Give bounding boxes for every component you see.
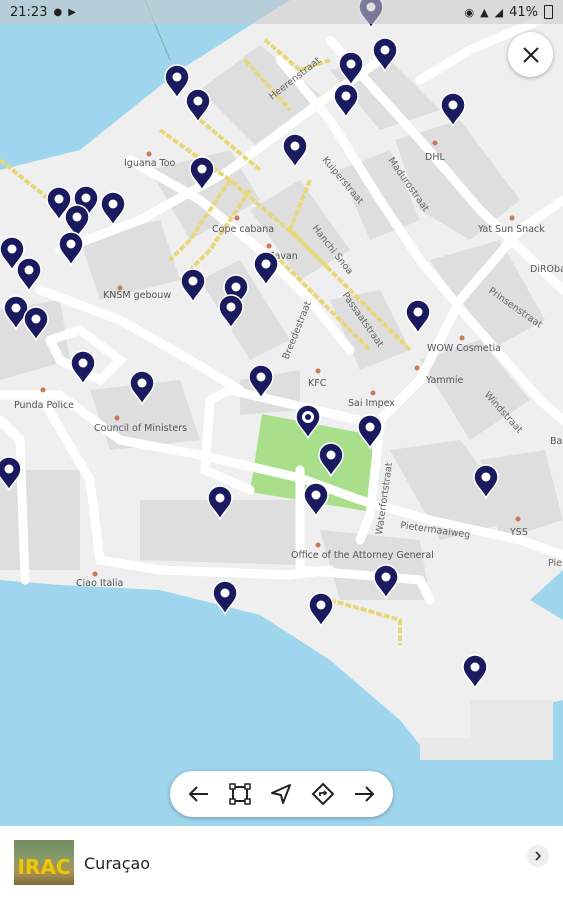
place-name: Curaçao — [84, 854, 151, 873]
map-svg: Heerenstraat Madurostraat Kuiperstraat H… — [0, 0, 563, 826]
place-label: Yat Sun Snack — [477, 224, 545, 235]
signal-icon: ◢ — [494, 5, 504, 19]
forward-arrow-icon — [355, 786, 375, 802]
thumbnail-text: IRAC — [17, 855, 71, 879]
place-label: DiRObar — [530, 264, 563, 275]
battery-icon — [544, 5, 553, 19]
place-label: Ba — [550, 436, 562, 447]
place-label: Cope cabana — [212, 224, 274, 235]
battery-percent: 41% — [509, 4, 538, 20]
navigate-icon — [271, 784, 292, 804]
map-toolbar — [170, 771, 393, 817]
place-label: Office of the Attorney General — [291, 550, 434, 561]
place-label: DHL — [425, 152, 445, 163]
status-time: 21:23 — [10, 4, 48, 20]
place-label: Yammie — [425, 375, 463, 386]
place-label: WOW Cosmetia — [427, 343, 501, 354]
bounding-box-button[interactable] — [222, 776, 258, 812]
place-label: YSS — [509, 527, 528, 538]
notification-bell-icon: ● — [53, 6, 63, 18]
place-label: Iguana Too — [124, 158, 176, 169]
back-button[interactable] — [181, 776, 217, 812]
forward-button[interactable] — [346, 776, 382, 812]
place-label: Punda Police — [14, 400, 74, 411]
place-card[interactable]: IRAC Curaçao — [0, 826, 563, 900]
navigate-button[interactable] — [263, 776, 299, 812]
place-thumbnail: IRAC — [14, 840, 74, 885]
place-label: Sai Impex — [348, 398, 395, 409]
close-button[interactable] — [508, 32, 553, 77]
place-label: Ciao Italia — [76, 578, 123, 589]
close-icon — [522, 46, 539, 63]
bounding-box-icon — [229, 783, 251, 805]
directions-icon — [311, 782, 335, 806]
street-label: Pie — [548, 558, 562, 569]
place-label: Council of Ministers — [94, 423, 187, 434]
chevron-right-icon — [535, 851, 542, 861]
place-label: KNSM gebouw — [103, 290, 171, 301]
location-icon: ◉ — [464, 5, 475, 19]
directions-button[interactable] — [305, 776, 341, 812]
place-label: KFC — [308, 378, 327, 389]
status-bar: 21:23 ● ▶ ◉ ▲ ◢ 41% — [0, 0, 563, 24]
wifi-icon: ▲ — [480, 5, 489, 19]
play-icon: ▶ — [68, 6, 76, 18]
back-arrow-icon — [188, 786, 208, 802]
map-canvas[interactable]: Heerenstraat Madurostraat Kuiperstraat H… — [0, 0, 563, 826]
expand-button[interactable] — [527, 845, 549, 867]
